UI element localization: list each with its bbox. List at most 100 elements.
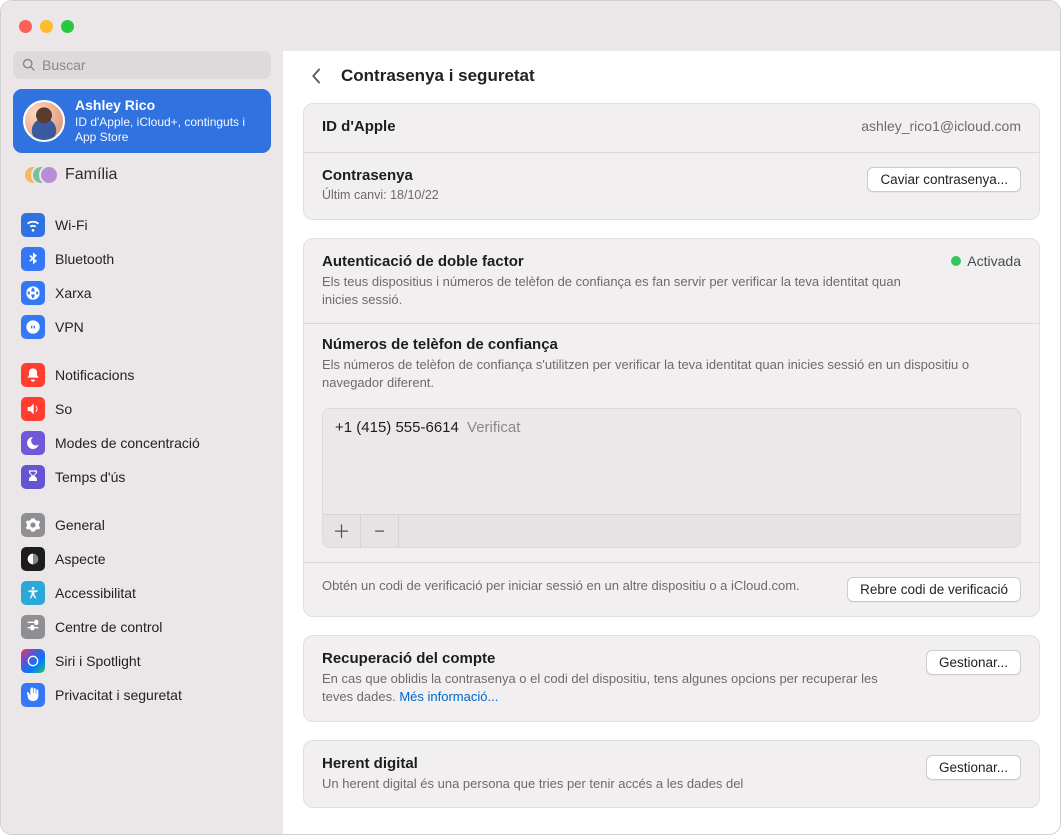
card-legacy: Herent digital Un herent digital és una … (303, 740, 1040, 808)
wifi-icon (21, 213, 45, 237)
password-lastchanged: Últim canvi: 18/10/22 (322, 187, 849, 205)
bell-icon (21, 363, 45, 387)
status-dot-icon (951, 256, 961, 266)
hand-icon (21, 683, 45, 707)
get-verification-code-button[interactable]: Rebre codi de verificació (847, 577, 1021, 602)
window-body: Ashley Rico ID d'Apple, iCloud+, conting… (1, 51, 1060, 834)
appearance-icon (21, 547, 45, 571)
appleid-value: ashley_rico1@icloud.com (861, 118, 1021, 134)
main-panel: Contrasenya i seguretat ID d'Apple ashle… (283, 51, 1060, 834)
maximize-window-button[interactable] (61, 20, 74, 33)
card-recovery: Recuperació del compte En cas que oblidi… (303, 635, 1040, 721)
password-label: Contrasenya (322, 167, 849, 184)
sidebar-item-sound[interactable]: So (13, 392, 271, 426)
twofactor-status: Activada (951, 253, 1021, 269)
sidebar-item-label: Aspecte (55, 551, 106, 567)
phone-toolbar: ＋ − (323, 514, 1020, 547)
back-button[interactable] (305, 65, 327, 87)
nav-group-network: Wi-Fi Bluetooth Xarxa VPN (13, 208, 271, 344)
sidebar-item-label: General (55, 517, 105, 533)
search-input[interactable] (42, 57, 262, 73)
getcode-description: Obtén un codi de verificació per iniciar… (322, 577, 829, 595)
close-window-button[interactable] (19, 20, 32, 33)
accessibility-icon (21, 581, 45, 605)
sidebar-item-family[interactable]: Família (13, 156, 271, 194)
sidebar-item-focus[interactable]: Modes de concentració (13, 426, 271, 460)
row-password: Contrasenya Últim canvi: 18/10/22 Caviar… (304, 152, 1039, 219)
bluetooth-icon (21, 247, 45, 271)
row-legacy: Herent digital Un herent digital és una … (304, 741, 1039, 807)
plus-icon: ＋ (333, 518, 351, 544)
sidebar-item-controlcenter[interactable]: Centre de control (13, 610, 271, 644)
remove-phone-button[interactable]: − (361, 515, 399, 547)
change-password-button[interactable]: Caviar contrasenya... (867, 167, 1021, 192)
titlebar (1, 1, 1060, 51)
trusted-phone-row[interactable]: +1 (415) 555-6614 Verificat (323, 409, 1020, 446)
sidebar-item-label: Modes de concentració (55, 435, 200, 451)
sidebar-item-label: Bluetooth (55, 251, 114, 267)
row-appleid: ID d'Apple ashley_rico1@icloud.com (304, 104, 1039, 152)
sidebar-item-notifications[interactable]: Notificacions (13, 358, 271, 392)
sidebar-item-wifi[interactable]: Wi-Fi (13, 208, 271, 242)
search-icon (22, 58, 36, 72)
sidebar-item-label: Xarxa (55, 285, 92, 301)
recovery-more-info-link[interactable]: Més informació... (399, 689, 498, 704)
row-getcode: Obtén un codi de verificació per iniciar… (304, 563, 1039, 616)
legacy-manage-button[interactable]: Gestionar... (926, 755, 1021, 780)
sidebar-item-vpn[interactable]: VPN (13, 310, 271, 344)
trusted-phone-verified: Verificat (467, 419, 520, 436)
card-appleid-password: ID d'Apple ashley_rico1@icloud.com Contr… (303, 103, 1040, 220)
minus-icon: − (374, 521, 385, 542)
sidebar-item-label: So (55, 401, 72, 417)
row-recovery: Recuperació del compte En cas que oblidi… (304, 636, 1039, 720)
trusted-label: Números de telèfon de confiança (322, 336, 1021, 353)
search-field[interactable] (13, 51, 271, 79)
trusted-description: Els números de telèfon de confiança s'ut… (322, 356, 1021, 392)
sidebar-item-general[interactable]: General (13, 508, 271, 542)
minimize-window-button[interactable] (40, 20, 53, 33)
trusted-phone-number: +1 (415) 555-6614 (335, 419, 459, 436)
gear-icon (21, 513, 45, 537)
traffic-lights (19, 20, 74, 33)
twofactor-status-text: Activada (967, 253, 1021, 269)
speaker-icon (21, 397, 45, 421)
recovery-manage-button[interactable]: Gestionar... (926, 650, 1021, 675)
hourglass-icon (21, 465, 45, 489)
sidebar-item-appleid[interactable]: Ashley Rico ID d'Apple, iCloud+, conting… (13, 89, 271, 153)
sidebar-item-label: Centre de control (55, 619, 162, 635)
twofactor-label: Autenticació de doble factor (322, 253, 933, 270)
sidebar-item-privacy[interactable]: Privacitat i seguretat (13, 678, 271, 712)
sidebar-item-siri[interactable]: Siri i Spotlight (13, 644, 271, 678)
sidebar-item-bluetooth[interactable]: Bluetooth (13, 242, 271, 276)
sidebar-item-label: Wi-Fi (55, 217, 88, 233)
page-title: Contrasenya i seguretat (341, 66, 535, 86)
main-header: Contrasenya i seguretat (283, 51, 1060, 103)
account-subtitle: ID d'Apple, iCloud+, continguts i App St… (75, 115, 261, 145)
twofactor-description: Els teus dispositius i números de telèfo… (322, 273, 933, 309)
appleid-label: ID d'Apple (322, 118, 843, 135)
sidebar-item-label: Temps d'ús (55, 469, 125, 485)
sidebar-item-appearance[interactable]: Aspecte (13, 542, 271, 576)
sidebar-item-accessibility[interactable]: Accessibilitat (13, 576, 271, 610)
siri-icon (21, 649, 45, 673)
sidebar-item-label: Accessibilitat (55, 585, 136, 601)
sidebar-item-label: Siri i Spotlight (55, 653, 141, 669)
sidebar-item-label: VPN (55, 319, 84, 335)
sidebar-item-network[interactable]: Xarxa (13, 276, 271, 310)
trusted-phone-list: +1 (415) 555-6614 Verificat ＋ − (322, 408, 1021, 548)
recovery-description: En cas que oblidis la contrasenya o el c… (322, 670, 908, 706)
row-twofactor: Autenticació de doble factor Els teus di… (304, 239, 1039, 323)
sidebar-item-label: Notificacions (55, 367, 134, 383)
vpn-icon (21, 315, 45, 339)
nav-group-system: General Aspecte Accessibilitat Centre de… (13, 508, 271, 712)
moon-icon (21, 431, 45, 455)
add-phone-button[interactable]: ＋ (323, 515, 361, 547)
sliders-icon (21, 615, 45, 639)
account-text: Ashley Rico ID d'Apple, iCloud+, conting… (75, 97, 261, 145)
sidebar-item-screentime[interactable]: Temps d'ús (13, 460, 271, 494)
sidebar-item-label: Privacitat i seguretat (55, 687, 182, 703)
card-twofactor: Autenticació de doble factor Els teus di… (303, 238, 1040, 618)
chevron-left-icon (309, 67, 323, 85)
sidebar: Ashley Rico ID d'Apple, iCloud+, conting… (1, 51, 283, 834)
trusted-section: Números de telèfon de confiança Els núme… (304, 324, 1039, 408)
